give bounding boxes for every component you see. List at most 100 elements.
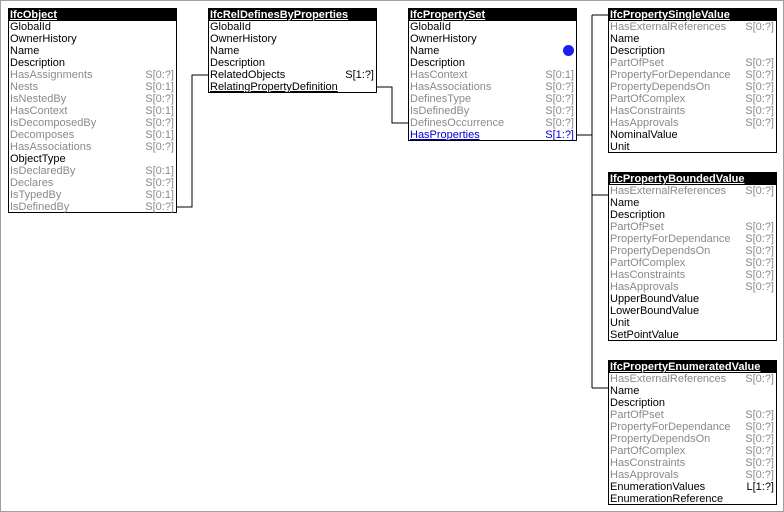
attribute-label: Unit <box>610 141 630 153</box>
attribute-enumeration-reference[interactable]: EnumerationReference <box>609 493 776 505</box>
attribute-description[interactable]: Description <box>609 45 776 57</box>
attribute-upper-bound-value[interactable]: UpperBoundValue <box>609 293 776 305</box>
entity-ifcpropertyboundedvalue[interactable]: IfcPropertyBoundedValue HasExternalRefer… <box>608 172 777 341</box>
attribute-list: HasExternalReferences S[0:?] Name Descripti… <box>609 185 776 341</box>
attribute-label: Name <box>10 45 40 57</box>
attribute-has-external-references[interactable]: HasExternalReferences S[0:?] <box>609 373 776 385</box>
attribute-has-approvals[interactable]: HasApprovals S[0:?] <box>609 281 776 293</box>
attribute-label: Name <box>410 45 440 57</box>
attribute-name[interactable]: Name <box>609 33 776 45</box>
attribute-set-point-value[interactable]: SetPointValue <box>609 329 776 341</box>
attribute-enumeration-values[interactable]: EnumerationValues L[1:?] <box>609 481 776 493</box>
attribute-label: Name <box>610 197 640 209</box>
attribute-has-constraints[interactable]: HasConstraints S[0:?] <box>609 105 776 117</box>
attribute-cardinality: L[1:?] <box>746 481 774 493</box>
entity-ifcreldefinesbyproperties[interactable]: IfcRelDefinesByProperties GlobalId OwnerH… <box>208 8 377 93</box>
attribute-part-of-pset[interactable]: PartOfPset S[0:?] <box>609 57 776 69</box>
attribute-related-objects[interactable]: RelatedObjects S[1:?] <box>209 69 376 81</box>
attribute-name[interactable]: Name <box>409 45 576 57</box>
attribute-has-assignments[interactable]: HasAssignments S[0:?] <box>9 69 176 81</box>
attribute-unit[interactable]: Unit <box>609 141 776 153</box>
attribute-has-context[interactable]: HasContext S[0:1] <box>9 105 176 117</box>
attribute-declares[interactable]: Declares S[0:?] <box>9 177 176 189</box>
attribute-property-for-dependance[interactable]: PropertyForDependance S[0:?] <box>609 69 776 81</box>
attribute-global-id[interactable]: GlobalId <box>9 21 176 33</box>
attribute-nests[interactable]: Nests S[0:1] <box>9 81 176 93</box>
attribute-has-approvals[interactable]: HasApprovals S[0:?] <box>609 117 776 129</box>
attribute-cardinality: S[0:1] <box>145 105 174 117</box>
attribute-lower-bound-value[interactable]: LowerBoundValue <box>609 305 776 317</box>
attribute-property-depends-on[interactable]: PropertyDependsOn S[0:?] <box>609 245 776 257</box>
attribute-unit[interactable]: Unit <box>609 317 776 329</box>
attribute-label: DefinesOccurrence <box>410 117 505 129</box>
attribute-description[interactable]: Description <box>609 209 776 221</box>
attribute-has-approvals[interactable]: HasApprovals S[0:?] <box>609 469 776 481</box>
attribute-property-for-dependance[interactable]: PropertyForDependance S[0:?] <box>609 421 776 433</box>
attribute-label: EnumerationReference <box>610 493 724 505</box>
attribute-decomposes[interactable]: Decomposes S[0:1] <box>9 129 176 141</box>
attribute-label: PartOfPset <box>610 57 664 69</box>
attribute-part-of-complex[interactable]: PartOfComplex S[0:?] <box>609 93 776 105</box>
attribute-label: Description <box>10 57 66 69</box>
attribute-owner-history[interactable]: OwnerHistory <box>409 33 576 45</box>
attribute-list: GlobalId OwnerHistory Name Description Relat… <box>209 21 376 93</box>
attribute-property-for-dependance[interactable]: PropertyForDependance S[0:?] <box>609 233 776 245</box>
attribute-label: ObjectType <box>10 153 66 165</box>
attribute-property-depends-on[interactable]: PropertyDependsOn S[0:?] <box>609 81 776 93</box>
attribute-global-id[interactable]: GlobalId <box>209 21 376 33</box>
attribute-label: IsTypedBy <box>10 189 62 201</box>
attribute-is-typed-by[interactable]: IsTypedBy S[0:1] <box>9 189 176 201</box>
attribute-label: PartOfPset <box>610 409 664 421</box>
attribute-description[interactable]: Description <box>609 397 776 409</box>
attribute-label: PropertyDependsOn <box>610 81 711 93</box>
entity-ifcpropertyenumeratedvalue[interactable]: IfcPropertyEnumeratedValue HasExternalRe… <box>608 360 777 505</box>
attribute-has-properties[interactable]: HasProperties S[1:?] <box>409 129 576 141</box>
entity-ifcpropertyset[interactable]: IfcPropertySet GlobalId OwnerHistory Name D… <box>408 8 577 141</box>
attribute-has-external-references[interactable]: HasExternalReferences S[0:?] <box>609 21 776 33</box>
attribute-cardinality: S[0:?] <box>745 433 774 445</box>
attribute-cardinality: S[0:?] <box>745 117 774 129</box>
attribute-has-associations[interactable]: HasAssociations S[0:?] <box>9 141 176 153</box>
attribute-is-defined-by[interactable]: IsDefinedBy S[0:?] <box>409 105 576 117</box>
attribute-label: OwnerHistory <box>410 33 477 45</box>
attribute-name[interactable]: Name <box>209 45 376 57</box>
attribute-has-external-references[interactable]: HasExternalReferences S[0:?] <box>609 185 776 197</box>
attribute-is-decomposed-by[interactable]: IsDecomposedBy S[0:?] <box>9 117 176 129</box>
attribute-is-defined-by[interactable]: IsDefinedBy S[0:?] <box>9 201 176 213</box>
attribute-defines-type[interactable]: DefinesType S[0:?] <box>409 93 576 105</box>
attribute-part-of-complex[interactable]: PartOfComplex S[0:?] <box>609 257 776 269</box>
attribute-description[interactable]: Description <box>409 57 576 69</box>
attribute-description[interactable]: Description <box>209 57 376 69</box>
attribute-cardinality: S[0:1] <box>145 129 174 141</box>
attribute-is-declared-by[interactable]: IsDeclaredBy S[0:1] <box>9 165 176 177</box>
attribute-has-constraints[interactable]: HasConstraints S[0:?] <box>609 269 776 281</box>
attribute-cardinality: S[0:1] <box>545 69 574 81</box>
attribute-name[interactable]: Name <box>609 385 776 397</box>
attribute-name[interactable]: Name <box>9 45 176 57</box>
attribute-part-of-pset[interactable]: PartOfPset S[0:?] <box>609 221 776 233</box>
attribute-owner-history[interactable]: OwnerHistory <box>209 33 376 45</box>
attribute-name[interactable]: Name <box>609 197 776 209</box>
attribute-relating-property-definition[interactable]: RelatingPropertyDefinition <box>209 81 376 93</box>
entity-ifcobject[interactable]: IfcObject GlobalId OwnerHistory Name Descri… <box>8 8 177 213</box>
attribute-label: HasContext <box>10 105 68 117</box>
attribute-defines-occurrence[interactable]: DefinesOccurrence S[0:?] <box>409 117 576 129</box>
attribute-nominal-value[interactable]: NominalValue <box>609 129 776 141</box>
attribute-part-of-pset[interactable]: PartOfPset S[0:?] <box>609 409 776 421</box>
attribute-description[interactable]: Description <box>9 57 176 69</box>
attribute-cardinality: S[1:?] <box>545 129 574 141</box>
attribute-label: HasConstraints <box>610 457 686 469</box>
attribute-part-of-complex[interactable]: PartOfComplex S[0:?] <box>609 445 776 457</box>
attribute-global-id[interactable]: GlobalId <box>409 21 576 33</box>
entity-ifcpropertysinglevalue[interactable]: IfcPropertySingleValue HasExternalRefere… <box>608 8 777 153</box>
attribute-cardinality: S[0:?] <box>745 221 774 233</box>
attribute-owner-history[interactable]: OwnerHistory <box>9 33 176 45</box>
attribute-label: NominalValue <box>610 129 678 141</box>
attribute-has-constraints[interactable]: HasConstraints S[0:?] <box>609 457 776 469</box>
attribute-is-nested-by[interactable]: IsNestedBy S[0:?] <box>9 93 176 105</box>
attribute-has-associations[interactable]: HasAssociations S[0:?] <box>409 81 576 93</box>
attribute-object-type[interactable]: ObjectType <box>9 153 176 165</box>
attribute-property-depends-on[interactable]: PropertyDependsOn S[0:?] <box>609 433 776 445</box>
attribute-has-context[interactable]: HasContext S[0:1] <box>409 69 576 81</box>
attribute-label: Name <box>610 385 640 397</box>
